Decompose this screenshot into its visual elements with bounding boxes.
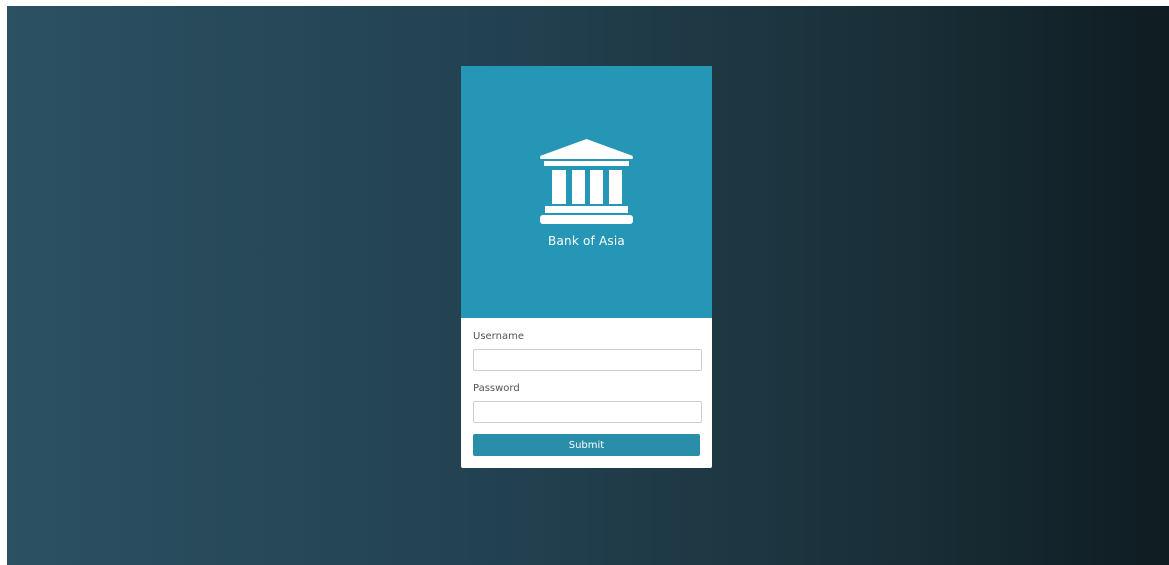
username-input[interactable] xyxy=(473,349,702,371)
username-label: Username xyxy=(473,331,524,342)
bank-name: Bank of Asia xyxy=(548,234,625,248)
password-label: Password xyxy=(473,383,520,394)
submit-button[interactable]: Submit xyxy=(473,434,700,456)
login-card: Bank of Asia Username Password Submit xyxy=(461,66,712,468)
bank-icon xyxy=(540,139,633,224)
page-background: Bank of Asia Username Password Submit xyxy=(7,6,1169,565)
card-header: Bank of Asia xyxy=(461,66,712,318)
password-input[interactable] xyxy=(473,401,702,423)
